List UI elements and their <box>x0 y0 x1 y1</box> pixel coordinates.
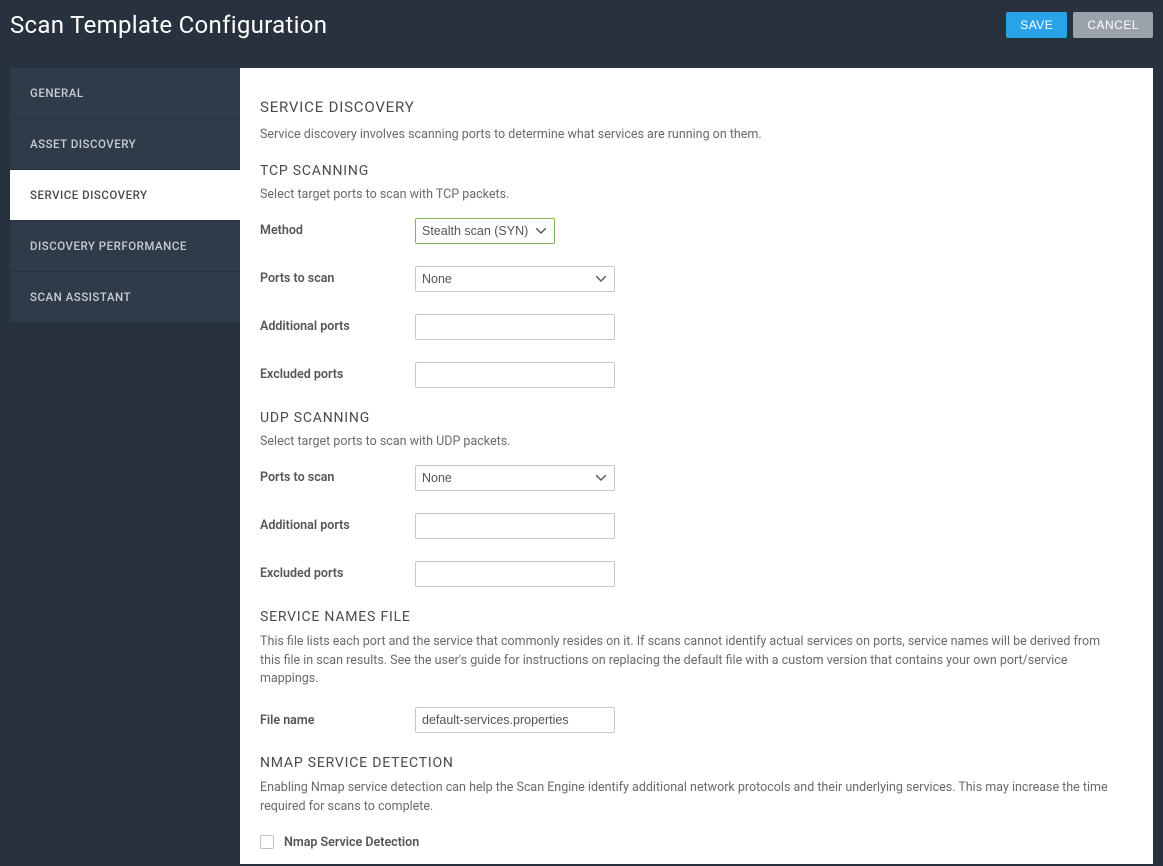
subsection-title-tcp: TCP SCANNING <box>260 163 1123 179</box>
header-buttons: SAVE CANCEL <box>1006 12 1153 38</box>
service-discovery-section: SERVICE DISCOVERY Service discovery invo… <box>260 98 1123 145</box>
sub-desc-udp: Select target ports to scan with UDP pac… <box>260 434 1123 449</box>
label-method: Method <box>260 223 415 238</box>
form-row-tcp-excluded: Excluded ports <box>260 362 1123 388</box>
form-row-udp-ports: Ports to scan None <box>260 465 1123 491</box>
form-row-udp-excluded: Excluded ports <box>260 561 1123 587</box>
udp-scanning-section: UDP SCANNING Select target ports to scan… <box>260 410 1123 587</box>
main-panel: SERVICE DISCOVERY Service discovery invo… <box>240 68 1153 864</box>
checkbox-row-nmap: Nmap Service Detection <box>260 835 1123 850</box>
form-row-udp-additional: Additional ports <box>260 513 1123 539</box>
input-tcp-excluded[interactable] <box>415 362 615 388</box>
select-udp-ports[interactable]: None <box>415 465 615 491</box>
desc-nmap: Enabling Nmap service detection can help… <box>260 779 1123 817</box>
service-names-section: SERVICE NAMES FILE This file lists each … <box>260 609 1123 733</box>
form-row-tcp-ports: Ports to scan None <box>260 266 1123 292</box>
select-method[interactable]: Stealth scan (SYN) <box>415 218 555 244</box>
label-tcp-ports: Ports to scan <box>260 271 415 286</box>
sidebar-item-scan-assistant[interactable]: SCAN ASSISTANT <box>10 272 240 323</box>
sidebar-item-general[interactable]: GENERAL <box>10 68 240 119</box>
label-tcp-additional: Additional ports <box>260 319 415 334</box>
label-file-name: File name <box>260 713 415 728</box>
label-udp-excluded: Excluded ports <box>260 566 415 581</box>
sub-desc-tcp: Select target ports to scan with TCP pac… <box>260 187 1123 202</box>
desc-service-names: This file lists each port and the servic… <box>260 633 1123 689</box>
sidebar-item-discovery-performance[interactable]: DISCOVERY PERFORMANCE <box>10 221 240 272</box>
form-row-file-name: File name <box>260 707 1123 733</box>
save-button[interactable]: SAVE <box>1006 12 1067 38</box>
nmap-section: NMAP SERVICE DETECTION Enabling Nmap ser… <box>260 755 1123 850</box>
content-wrapper: GENERAL ASSET DISCOVERY SERVICE DISCOVER… <box>10 68 1153 864</box>
page-title: Scan Template Configuration <box>10 11 327 39</box>
input-file-name[interactable] <box>415 707 615 733</box>
subsection-title-nmap: NMAP SERVICE DETECTION <box>260 755 1123 771</box>
sidebar-item-asset-discovery[interactable]: ASSET DISCOVERY <box>10 119 240 170</box>
checkbox-label-nmap: Nmap Service Detection <box>284 835 419 850</box>
input-udp-additional[interactable] <box>415 513 615 539</box>
section-title-service-discovery: SERVICE DISCOVERY <box>260 98 1123 116</box>
form-row-method: Method Stealth scan (SYN) <box>260 218 1123 244</box>
cancel-button[interactable]: CANCEL <box>1073 12 1153 38</box>
select-tcp-ports[interactable]: None <box>415 266 615 292</box>
label-udp-ports: Ports to scan <box>260 470 415 485</box>
input-udp-excluded[interactable] <box>415 561 615 587</box>
subsection-title-service-names: SERVICE NAMES FILE <box>260 609 1123 625</box>
subsection-title-udp: UDP SCANNING <box>260 410 1123 426</box>
sidebar: GENERAL ASSET DISCOVERY SERVICE DISCOVER… <box>10 68 240 864</box>
section-desc-service-discovery: Service discovery involves scanning port… <box>260 126 1123 145</box>
label-udp-additional: Additional ports <box>260 518 415 533</box>
sidebar-item-service-discovery[interactable]: SERVICE DISCOVERY <box>10 170 240 221</box>
header: Scan Template Configuration SAVE CANCEL <box>0 0 1163 50</box>
form-row-tcp-additional: Additional ports <box>260 314 1123 340</box>
label-tcp-excluded: Excluded ports <box>260 367 415 382</box>
input-tcp-additional[interactable] <box>415 314 615 340</box>
checkbox-nmap[interactable] <box>260 835 274 849</box>
tcp-scanning-section: TCP SCANNING Select target ports to scan… <box>260 163 1123 388</box>
